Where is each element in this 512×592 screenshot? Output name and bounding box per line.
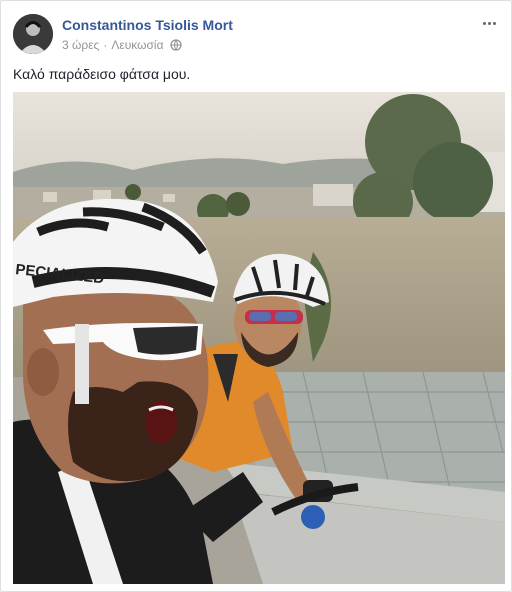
author-name[interactable]: Constantinos Tsiolis Mort bbox=[62, 17, 233, 33]
more-options-icon[interactable] bbox=[479, 15, 499, 31]
post-text: Καλό παράδεισο φάτσα μου. bbox=[13, 66, 191, 82]
selfie-image: PECIALIZED bbox=[13, 92, 505, 584]
author-avatar[interactable] bbox=[13, 14, 53, 54]
post-card: Constantinos Tsiolis Mort 3 ώρες · Λευκω… bbox=[0, 0, 512, 592]
post-header: Constantinos Tsiolis Mort 3 ώρες · Λευκω… bbox=[13, 13, 499, 57]
globe-icon[interactable] bbox=[169, 39, 182, 51]
post-time[interactable]: 3 ώρες bbox=[62, 38, 99, 52]
avatar-image bbox=[13, 14, 53, 54]
post-meta: 3 ώρες · Λευκωσία bbox=[62, 38, 182, 52]
meta-separator: · bbox=[103, 38, 108, 52]
post-photo[interactable]: PECIALIZED bbox=[13, 92, 505, 584]
post-location[interactable]: Λευκωσία bbox=[111, 38, 163, 52]
